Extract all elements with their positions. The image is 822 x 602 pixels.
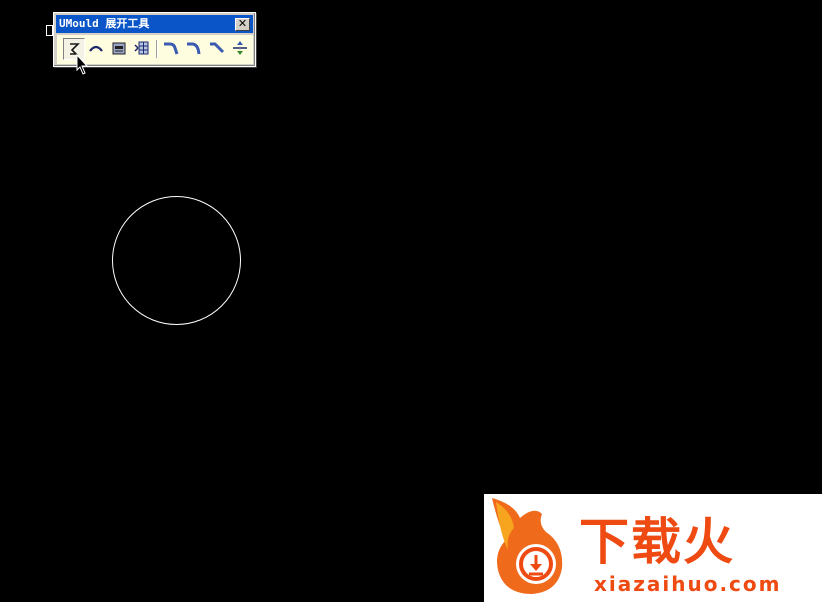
watermark: 下载火 xiazaihuo.com <box>484 494 822 602</box>
sheet-grid-icon <box>134 41 149 55</box>
bend-down-right-button[interactable] <box>161 38 183 60</box>
bend-down-right-icon <box>164 42 179 55</box>
mouse-cursor-icon <box>76 54 89 75</box>
watermark-url: xiazaihuo.com <box>594 572 782 596</box>
box-template-icon <box>112 42 126 55</box>
sheet-grid-button[interactable] <box>132 38 154 60</box>
flame-logo-icon <box>492 498 563 594</box>
bend-diagonal-icon <box>210 42 225 54</box>
bend-curve-button[interactable] <box>184 38 206 60</box>
drawing-canvas[interactable]: UMould 展开工具 ✕ 下载火 xiazaihuo.com <box>0 0 822 602</box>
drawn-circle[interactable] <box>112 196 241 325</box>
close-icon: ✕ <box>237 17 248 30</box>
bend-curve-icon <box>187 42 201 55</box>
toolbar-title: UMould 展开工具 <box>59 17 150 30</box>
toolbar-separator <box>156 40 158 58</box>
watermark-brand: 下载火 <box>579 513 735 571</box>
split-arrows-button[interactable] <box>230 38 252 60</box>
close-button[interactable]: ✕ <box>235 18 250 31</box>
box-template-button[interactable] <box>109 38 131 60</box>
split-arrows-icon <box>233 41 247 55</box>
bend-diagonal-button[interactable] <box>207 38 229 60</box>
arc-icon <box>89 45 103 52</box>
toolbar-titlebar[interactable]: UMould 展开工具 ✕ <box>56 15 253 33</box>
